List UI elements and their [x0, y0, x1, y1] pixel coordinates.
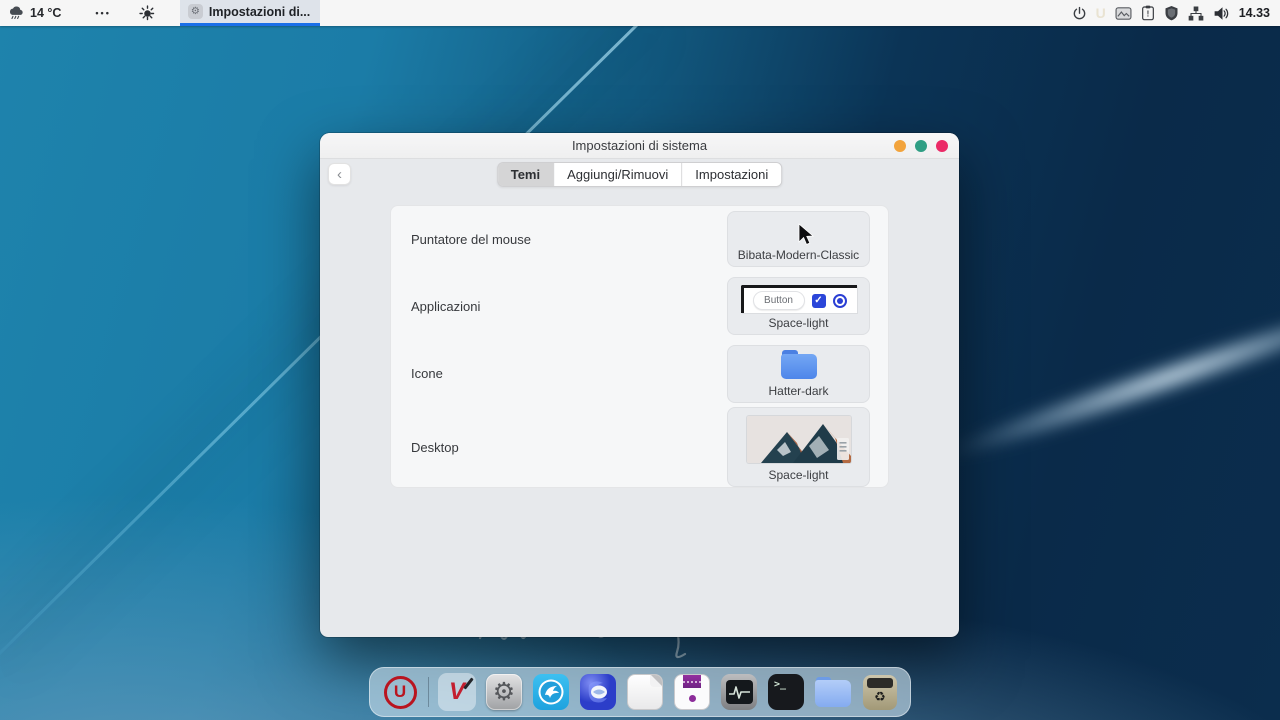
setting-row-applications: Applicazioni Button ✓ Space-light — [391, 272, 888, 340]
top-menubar: 14 °C ••• ⚙ Impostazioni di... U — [0, 0, 1280, 26]
calendar-body — [689, 688, 696, 709]
sample-radio-icon — [833, 294, 847, 308]
volume-icon[interactable] — [1213, 6, 1230, 21]
chevron-left-icon: ‹ — [337, 166, 342, 183]
minimize-button[interactable] — [894, 140, 906, 152]
icon-theme-name: Hatter-dark — [768, 383, 828, 399]
window-titlebar[interactable]: Impostazioni di sistema — [320, 133, 959, 159]
dock-item-system-monitor[interactable] — [720, 673, 758, 711]
setting-row-desktop: Desktop — [391, 407, 888, 487]
overflow-dots-button[interactable]: ••• — [95, 8, 110, 18]
cursor-arrow-icon — [728, 221, 869, 247]
maximize-button[interactable] — [915, 140, 927, 152]
tab-temi[interactable]: Temi — [498, 163, 554, 186]
wallpaper-card[interactable]: Space-light — [727, 407, 870, 487]
sample-checkbox-icon: ✓ — [812, 294, 826, 308]
screenshot-icon[interactable] — [1115, 6, 1132, 21]
back-button[interactable]: ‹ — [328, 163, 351, 185]
row-label: Desktop — [411, 440, 459, 455]
trash-icon: ♻ — [863, 675, 897, 710]
row-label: Applicazioni — [411, 299, 480, 314]
taskbar-item-settings[interactable]: ⚙ Impostazioni di... — [180, 0, 320, 26]
weather-rain-icon — [8, 6, 25, 21]
terminal-icon: >_ — [768, 674, 804, 710]
ubuntu-u-icon[interactable]: U — [1096, 6, 1106, 20]
settings-window: Impostazioni di sistema ‹ Temi Aggiungi/… — [320, 133, 959, 637]
weather-widget[interactable]: 14 °C — [8, 6, 61, 21]
dock-item-terminal[interactable]: >_ — [767, 673, 805, 711]
wallpaper-theme-name: Space-light — [768, 467, 828, 483]
window-header: ‹ Temi Aggiungi/Rimuovi Impostazioni — [320, 159, 959, 199]
tab-impostazioni[interactable]: Impostazioni — [682, 163, 781, 186]
setting-row-mouse-pointer: Puntatore del mouse Bibata-Modern-Classi… — [391, 206, 888, 272]
tab-bar: Temi Aggiungi/Rimuovi Impostazioni — [497, 162, 783, 187]
gtk-theme-card[interactable]: Button ✓ Space-light — [727, 277, 870, 335]
themes-panel: Puntatore del mouse Bibata-Modern-Classi… — [390, 205, 889, 488]
widget-sample: Button ✓ — [741, 285, 857, 313]
settings-gear-icon: ⚙ — [188, 4, 203, 19]
dock-item-control-center[interactable]: ⚙ — [485, 673, 523, 711]
dock-separator — [428, 677, 429, 707]
dock-item-ubuntudde-launcher[interactable]: U — [381, 673, 419, 711]
blue-folder-icon — [781, 350, 817, 379]
wallpaper-streak — [938, 283, 1280, 471]
clock[interactable]: 14.33 — [1239, 6, 1270, 20]
row-label: Puntatore del mouse — [411, 232, 531, 247]
wallpaper-thumbnail — [747, 416, 851, 463]
ubuntudde-logo-icon: U — [384, 676, 417, 709]
gear-icon: ⚙ — [486, 674, 522, 710]
svg-text:!: ! — [1146, 9, 1149, 18]
shield-icon[interactable] — [1164, 5, 1179, 21]
gtk-theme-name: Space-light — [768, 315, 828, 331]
document-icon — [627, 674, 663, 710]
dock-item-calendar[interactable] — [673, 673, 711, 711]
dock-item-trash[interactable]: ♻ — [861, 673, 899, 711]
folder-icon — [815, 677, 851, 707]
icon-theme-card[interactable]: Hatter-dark — [727, 345, 870, 403]
setting-row-icons: Icone Hatter-dark — [391, 340, 888, 407]
dock-item-text-editor[interactable] — [626, 673, 664, 711]
row-label: Icone — [411, 366, 443, 381]
dock-item-file-manager[interactable] — [814, 673, 852, 711]
browser-icon — [533, 674, 569, 710]
power-icon[interactable] — [1072, 6, 1087, 21]
brightness-sun-icon[interactable] — [139, 5, 156, 22]
dock: U V ⚙ — [369, 667, 911, 717]
taskbar-item-label: Impostazioni di... — [209, 5, 310, 19]
tab-aggiungi-rimuovi[interactable]: Aggiungi/Rimuovi — [554, 163, 682, 186]
network-icon[interactable] — [1188, 6, 1204, 21]
dock-item-mail[interactable] — [579, 673, 617, 711]
cursor-theme-name: Bibata-Modern-Classic — [738, 247, 859, 263]
cursor-theme-card[interactable]: Bibata-Modern-Classic — [727, 211, 870, 267]
system-monitor-icon — [721, 674, 757, 710]
close-button[interactable] — [936, 140, 948, 152]
weather-temp: 14 °C — [30, 6, 61, 20]
sample-button: Button — [753, 291, 805, 310]
dock-item-welcome-app[interactable]: V — [438, 673, 476, 711]
welcome-app-icon: V — [449, 680, 465, 704]
calendar-header — [683, 675, 701, 688]
clipboard-alert-icon[interactable]: ! — [1141, 5, 1155, 21]
dock-item-browser[interactable] — [532, 673, 570, 711]
mail-icon — [580, 674, 616, 710]
window-title: Impostazioni di sistema — [320, 138, 959, 153]
calendar-icon — [674, 674, 710, 710]
